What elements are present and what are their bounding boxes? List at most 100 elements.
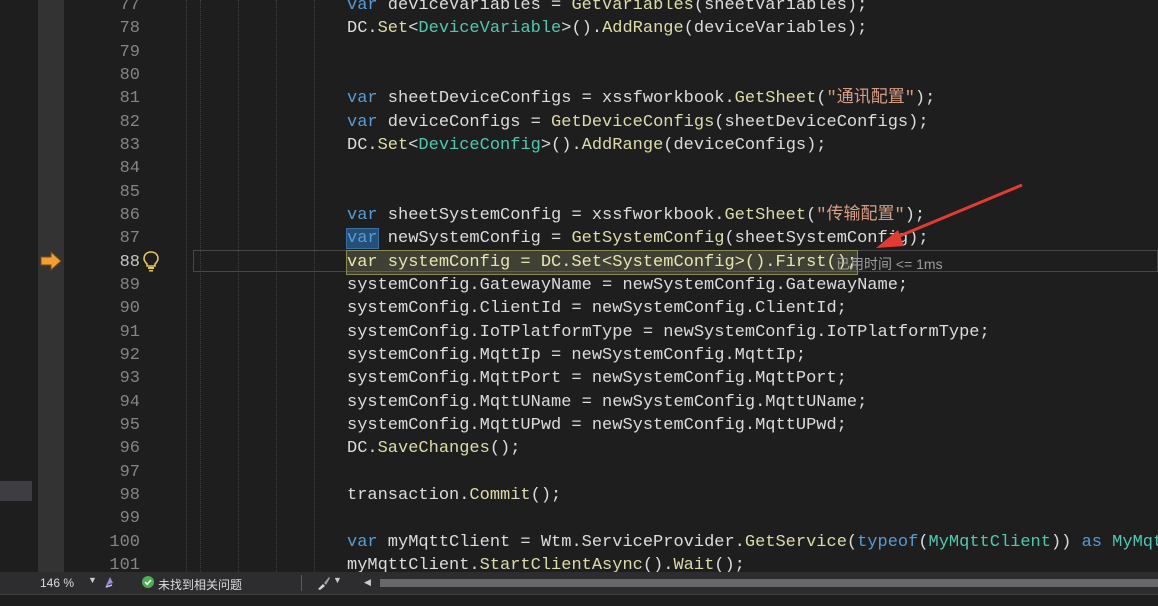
check-circle-icon bbox=[142, 576, 154, 591]
line-number: 91 bbox=[119, 323, 140, 342]
code-token: (deviceConfigs); bbox=[663, 136, 827, 155]
line-number: 95 bbox=[119, 416, 140, 435]
code-line[interactable]: systemConfig.MqttPort = newSystemConfig.… bbox=[347, 367, 847, 390]
code-token: DeviceConfig bbox=[418, 136, 541, 155]
chevron-down-icon[interactable]: ▼ bbox=[88, 575, 97, 585]
code-line[interactable]: var sheetDeviceConfigs = xssfworkbook.Ge… bbox=[347, 87, 935, 110]
code-token: newSystemConfig = bbox=[377, 229, 572, 248]
scroll-left-icon[interactable]: ◀ bbox=[364, 577, 371, 588]
code-token: typeof bbox=[857, 533, 919, 552]
line-number: 78 bbox=[119, 19, 140, 38]
code-token: MyMqttClient bbox=[928, 533, 1051, 552]
lightbulb-icon[interactable] bbox=[141, 250, 161, 276]
line-number: 89 bbox=[119, 276, 140, 295]
code-token: var bbox=[347, 113, 378, 132]
code-line[interactable]: DC.Set<DeviceVariable>().AddRange(device… bbox=[347, 17, 867, 40]
line-number: 90 bbox=[119, 299, 140, 318]
code-line[interactable]: DC.SaveChanges(); bbox=[347, 437, 520, 460]
line-number: 96 bbox=[119, 439, 140, 458]
line-number: 101 bbox=[109, 556, 140, 572]
indent-guide bbox=[186, 0, 187, 572]
code-line[interactable]: systemConfig.GatewayName = newSystemConf… bbox=[347, 274, 908, 297]
code-token: (); bbox=[714, 556, 745, 572]
code-line[interactable]: var sheetSystemConfig = xssfworkbook.Get… bbox=[347, 204, 925, 227]
code-line[interactable]: systemConfig.MqttUPwd = newSystemConfig.… bbox=[347, 414, 847, 437]
line-number-current: 88 bbox=[119, 253, 140, 272]
code-line[interactable]: systemConfig.ClientId = newSystemConfig.… bbox=[347, 297, 847, 320]
code-token: StartClientAsync bbox=[479, 556, 643, 572]
code-line[interactable]: myMqttClient.StartClientAsync().Wait(); bbox=[347, 554, 745, 572]
code-token: var bbox=[347, 533, 378, 552]
code-token: Wait bbox=[673, 556, 715, 572]
issues-status[interactable]: 未找到相关问题 bbox=[158, 576, 242, 593]
code-line[interactable]: systemConfig.IoTPlatformType = newSystem… bbox=[347, 321, 990, 344]
code-line[interactable]: var myMqttClient = Wtm.ServiceProvider.G… bbox=[347, 531, 1158, 554]
left-panel-scroll-thumb[interactable] bbox=[0, 481, 32, 501]
code-line[interactable]: DC.Set<DeviceConfig>().AddRange(deviceCo… bbox=[347, 134, 827, 157]
line-number: 86 bbox=[119, 206, 140, 225]
code-editor[interactable]: 77 78 79 80 81 82 83 84 85 86 87 88 89 9… bbox=[0, 0, 1158, 572]
line-number: 87 bbox=[119, 229, 140, 248]
current-statement-line[interactable]: var systemConfig = DC.Set<SystemConfig>(… bbox=[345, 250, 859, 275]
code-line[interactable]: var newSystemConfig = GetSystemConfig(sh… bbox=[346, 227, 929, 250]
code-token: var bbox=[347, 206, 378, 225]
zoom-level[interactable]: 146 % bbox=[40, 576, 74, 590]
line-number: 93 bbox=[119, 369, 140, 388]
code-token: GetSystemConfig bbox=[571, 229, 725, 248]
code-token: (); bbox=[530, 486, 562, 505]
code-line[interactable]: var deviceConfigs = GetDeviceConfigs(she… bbox=[347, 111, 929, 134]
line-number: 92 bbox=[119, 346, 140, 365]
code-token: GetSheet bbox=[734, 89, 817, 108]
line-number: 77 bbox=[119, 0, 140, 15]
code-token: transaction. bbox=[347, 486, 470, 505]
line-number: 82 bbox=[119, 113, 140, 132]
line-number: 100 bbox=[109, 533, 140, 552]
line-number: 99 bbox=[119, 509, 140, 528]
left-panel-strip bbox=[0, 0, 34, 572]
code-token-selected: var bbox=[346, 228, 379, 249]
line-number-gutter: 77 78 79 80 81 82 83 84 85 86 87 88 89 9… bbox=[64, 0, 140, 572]
code-token: var bbox=[347, 89, 378, 108]
code-line[interactable]: systemConfig.MqttIp = newSystemConfig.Mq… bbox=[347, 344, 806, 367]
line-number: 97 bbox=[119, 463, 140, 482]
code-token: MyMqttClier bbox=[1112, 533, 1158, 552]
code-token: var systemConfig = DC.Set<SystemConfig>(… bbox=[347, 253, 858, 272]
line-number: 98 bbox=[119, 486, 140, 505]
horizontal-scroll-thumb[interactable] bbox=[380, 579, 1158, 587]
code-token: GetService bbox=[744, 533, 847, 552]
glyph-margin[interactable] bbox=[38, 0, 64, 572]
code-token: Commit bbox=[469, 486, 531, 505]
line-number: 84 bbox=[119, 159, 140, 178]
bottom-panel-edge bbox=[0, 594, 1158, 606]
code-token: sheetDeviceConfigs = xssfworkbook. bbox=[377, 89, 735, 108]
brush-icon[interactable] bbox=[316, 575, 332, 594]
editor-status-bar: 146 % ▼ 未找到相关问题 ▼ ◀ bbox=[0, 572, 1158, 594]
code-token: myMqttClient = Wtm.ServiceProvider. bbox=[377, 533, 745, 552]
code-token: (); bbox=[489, 439, 521, 458]
line-number: 85 bbox=[119, 183, 140, 202]
line-number: 83 bbox=[119, 136, 140, 155]
indent-guide bbox=[276, 0, 277, 572]
indent-guide bbox=[314, 0, 315, 572]
code-token: as bbox=[1081, 533, 1102, 552]
annotation-arrow-icon bbox=[876, 183, 1023, 248]
indent-guide bbox=[238, 0, 239, 572]
line-number: 81 bbox=[119, 89, 140, 108]
code-token: DC. bbox=[347, 439, 378, 458]
line-number: 79 bbox=[119, 43, 140, 62]
code-token: GetSheet bbox=[724, 206, 807, 225]
code-token: GetDeviceConfigs bbox=[551, 113, 715, 132]
chevron-down-icon[interactable]: ▼ bbox=[333, 575, 342, 585]
code-token: myMqttClient. bbox=[347, 556, 480, 572]
code-token: AddRange bbox=[581, 136, 664, 155]
code-line[interactable]: transaction.Commit(); bbox=[347, 484, 561, 507]
code-token: sheetSystemConfig = xssfworkbook. bbox=[377, 206, 725, 225]
code-token: deviceConfigs = bbox=[377, 113, 552, 132]
code-token: "通讯配置" bbox=[826, 89, 915, 108]
code-token: DC. bbox=[347, 136, 378, 155]
arrow-right-icon[interactable] bbox=[39, 250, 63, 275]
code-line[interactable]: var deviceVariables = GetVariables(sheet… bbox=[347, 0, 867, 17]
horizontal-scrollbar[interactable]: ◀ bbox=[350, 577, 1158, 588]
copilot-icon[interactable] bbox=[102, 575, 116, 594]
code-line[interactable]: systemConfig.MqttUName = newSystemConfig… bbox=[347, 391, 867, 414]
